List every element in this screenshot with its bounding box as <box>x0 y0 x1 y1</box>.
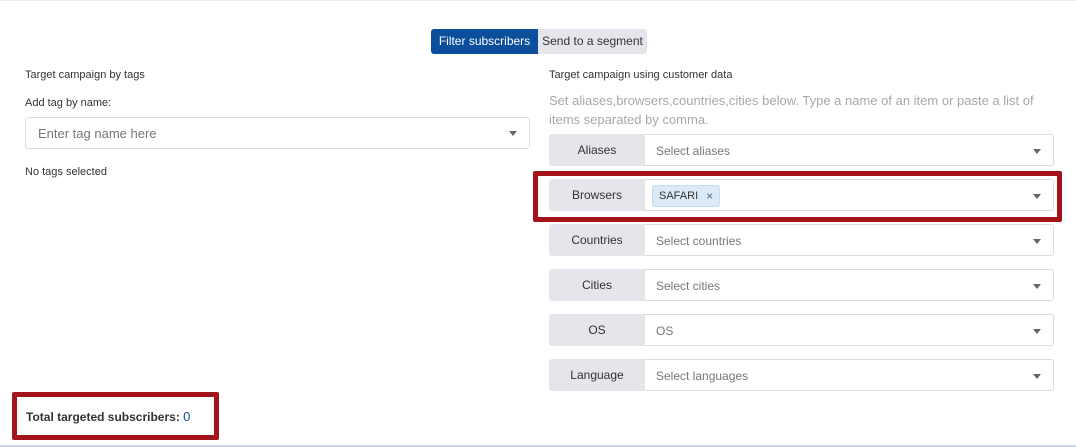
aliases-placeholder: Select aliases <box>656 144 731 158</box>
cities-placeholder: Select cities <box>656 279 721 293</box>
chevron-down-icon[interactable] <box>1033 329 1041 334</box>
chevron-down-icon[interactable] <box>509 131 517 136</box>
countries-label: Countries <box>549 224 645 256</box>
cities-row: Cities Select cities <box>549 269 1054 301</box>
top-divider <box>0 0 1076 1</box>
customer-data-section-title: Target campaign using customer data <box>549 69 733 81</box>
language-select[interactable]: Select languages <box>645 359 1054 391</box>
language-label: Language <box>549 359 645 391</box>
customer-data-hint: Set aliases,browsers,countries,cities be… <box>549 93 1034 127</box>
os-row: OS OS <box>549 314 1054 346</box>
language-row: Language Select languages <box>549 359 1054 391</box>
tags-section-title: Target campaign by tags <box>25 69 145 81</box>
add-tag-label: Add tag by name: <box>25 97 112 109</box>
aliases-select[interactable]: Select aliases <box>645 134 1054 166</box>
tag-name-input[interactable]: Enter tag name here <box>25 117 530 149</box>
tag-name-placeholder: Enter tag name here <box>38 126 157 141</box>
os-label: OS <box>549 314 645 346</box>
cities-select[interactable]: Select cities <box>645 269 1054 301</box>
chevron-down-icon[interactable] <box>1033 374 1041 379</box>
aliases-label: Aliases <box>549 134 645 166</box>
language-placeholder: Select languages <box>656 369 749 383</box>
countries-row: Countries Select countries <box>549 224 1054 256</box>
cities-label: Cities <box>549 269 645 301</box>
filter-mode-toggle: Filter subscribers Send to a segment <box>431 29 647 54</box>
os-select[interactable]: OS <box>645 314 1054 346</box>
chevron-down-icon[interactable] <box>1033 239 1041 244</box>
countries-placeholder: Select countries <box>656 234 742 248</box>
browsers-highlight-box <box>533 171 1062 222</box>
chevron-down-icon[interactable] <box>1033 284 1041 289</box>
no-tags-message: No tags selected <box>25 166 107 178</box>
filter-subscribers-button[interactable]: Filter subscribers <box>431 29 538 54</box>
countries-select[interactable]: Select countries <box>645 224 1054 256</box>
aliases-row: Aliases Select aliases <box>549 134 1054 166</box>
chevron-down-icon[interactable] <box>1033 149 1041 154</box>
send-to-segment-button[interactable]: Send to a segment <box>538 29 647 54</box>
total-highlight-box <box>12 392 219 440</box>
os-placeholder: OS <box>656 324 674 338</box>
